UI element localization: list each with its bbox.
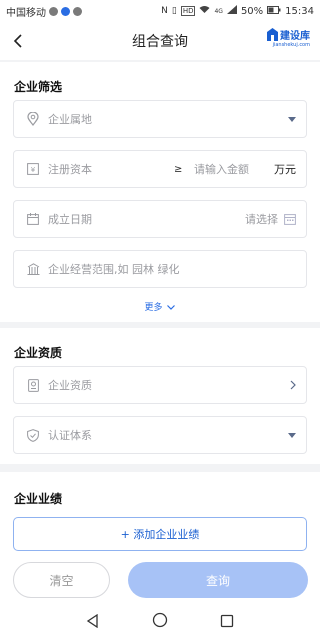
- calendar-icon: [26, 212, 40, 226]
- qualification-title: 企业资质: [14, 346, 63, 360]
- shield-check-icon: [26, 428, 40, 442]
- nav-back-icon[interactable]: [86, 613, 100, 632]
- qualification-label: 企业资质: [48, 379, 92, 392]
- logo-icon: [267, 28, 278, 41]
- dropdown-arrow-icon: [288, 101, 296, 137]
- certificate-icon: [26, 378, 40, 392]
- calendar-picker-icon: [284, 214, 296, 225]
- dropdown-arrow-icon: [288, 417, 296, 453]
- system-nav-bar: [0, 604, 320, 640]
- hd-label: HD: [180, 6, 196, 16]
- nav-recents-icon[interactable]: [220, 613, 234, 632]
- date-placeholder: 请选择: [245, 213, 278, 226]
- bottom-action-bar: 清空 查询: [0, 556, 320, 604]
- carrier-label: 中国移动: [6, 7, 46, 19]
- battery-icon: [267, 5, 281, 17]
- certification-label: 认证体系: [48, 429, 92, 442]
- certification-select[interactable]: 认证体系: [13, 416, 307, 454]
- performance-section: 企业业绩 + 添加企业业绩: [0, 472, 320, 556]
- logo-text: 建设库: [280, 31, 310, 42]
- qualification-section: 企业资质 企业资质 认证体系: [0, 328, 320, 464]
- greater-equal-symbol: ≥: [174, 163, 183, 175]
- more-label: 更多: [144, 303, 163, 313]
- svg-text:¥: ¥: [31, 166, 36, 174]
- signal-icon: [226, 5, 237, 17]
- signal-label: 4G: [214, 7, 223, 15]
- wechat-icon: [49, 6, 58, 16]
- registered-capital-row: ¥ 注册资本 ≥ 请输入金额 万元: [13, 150, 307, 188]
- date-trailing: 请选择: [245, 201, 296, 237]
- more-button[interactable]: 更多: [0, 300, 320, 313]
- company-filter-title: 企业筛选: [14, 80, 63, 94]
- business-scope-placeholder: 企业经营范围,如 园林 绿化: [48, 263, 180, 276]
- qualification-select[interactable]: 企业资质: [13, 366, 307, 404]
- business-scope-input[interactable]: 企业经营范围,如 园林 绿化: [13, 250, 307, 288]
- back-arrow-icon: [13, 34, 22, 48]
- chevron-right-icon: [290, 367, 296, 403]
- company-filter-section: 企业筛选 企业属地 ¥ 注册资本 ≥ 请输入金额 万元 成立日期 请选择 企业经: [0, 62, 320, 322]
- establish-date-label: 成立日期: [48, 213, 92, 226]
- vibrate-icon: ▯: [171, 6, 177, 16]
- add-performance-button[interactable]: + 添加企业业绩: [13, 517, 307, 551]
- back-button[interactable]: [0, 22, 36, 60]
- query-button[interactable]: 查询: [128, 562, 308, 598]
- message-icon: [73, 6, 82, 16]
- status-bar: 中国移动 N ▯ HD 4G 50% 15:34: [0, 0, 320, 22]
- nav-bar: 组合查询 建设库 jianshekuj.com: [0, 22, 320, 60]
- logo-subtext: jianshekuj.com: [272, 42, 310, 48]
- nfc-icon: N: [161, 6, 168, 16]
- company-location-placeholder: 企业属地: [48, 113, 92, 126]
- chevron-down-icon: [167, 305, 176, 310]
- brand-logo[interactable]: 建设库 jianshekuj.com: [262, 27, 310, 55]
- performance-title: 企业业绩: [14, 492, 63, 506]
- wifi-icon: [199, 5, 210, 17]
- building-icon: [26, 262, 40, 276]
- battery-percent: 50%: [240, 5, 264, 17]
- capital-label: 注册资本: [48, 163, 92, 176]
- company-location-select[interactable]: 企业属地: [13, 100, 307, 138]
- location-pin-icon: [26, 112, 40, 126]
- establish-date-select[interactable]: 成立日期 请选择: [13, 200, 307, 238]
- amount-unit: 万元: [274, 163, 296, 176]
- amount-input[interactable]: 请输入金额: [194, 161, 249, 177]
- clear-button[interactable]: 清空: [13, 562, 110, 598]
- clock: 15:34: [285, 5, 314, 17]
- capital-icon: ¥: [26, 162, 40, 176]
- app-notification-icon: [61, 6, 70, 16]
- nav-home-icon[interactable]: [152, 612, 168, 632]
